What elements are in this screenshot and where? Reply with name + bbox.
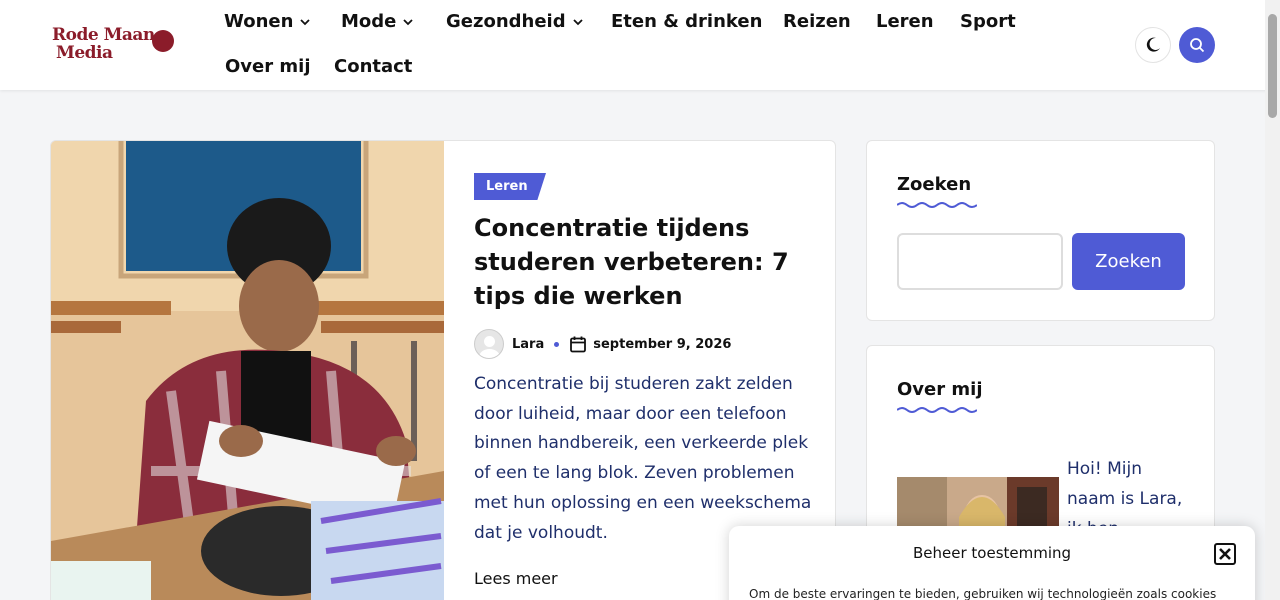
author-name[interactable]: Lara [512, 337, 544, 352]
search-widget: Zoeken Zoeken [866, 140, 1215, 321]
search-icon [1190, 38, 1205, 53]
search-input[interactable] [897, 233, 1063, 290]
wave-underline [897, 407, 977, 413]
consent-close-button[interactable] [1214, 543, 1236, 565]
consent-text: Om de beste ervaringen te bieden, gebrui… [749, 587, 1217, 600]
category-badge[interactable]: Leren [474, 173, 546, 200]
chevron-down-icon [572, 18, 583, 25]
calendar-icon [570, 336, 587, 353]
chevron-down-icon [403, 18, 414, 25]
nav-item-contact[interactable]: Contact [334, 56, 412, 77]
moon-icon [1146, 37, 1160, 52]
search-submit-button[interactable]: Zoeken [1072, 233, 1185, 290]
meta-separator-dot [554, 341, 560, 347]
read-more-link[interactable]: Lees meer [474, 569, 558, 588]
article-card: Leren Concentratie tijdens studeren verb… [50, 140, 836, 600]
logo-text: Rode Maan Media [52, 25, 155, 63]
site-logo[interactable]: Rode Maan Media [50, 26, 180, 66]
nav-item-sport[interactable]: Sport [960, 11, 1016, 32]
about-widget-title: Over mij [897, 379, 983, 400]
article-title[interactable]: Concentratie tijdens studeren verbeteren… [474, 211, 814, 313]
nav-item-over-mij[interactable]: Over mij [225, 56, 310, 77]
nav-item-eten-drinken[interactable]: Eten & drinken [611, 11, 762, 32]
article-excerpt: Concentratie bij studeren zakt zelden do… [474, 374, 812, 543]
consent-title: Beheer toestemming [913, 544, 1072, 562]
search-widget-title: Zoeken [897, 174, 972, 195]
theme-toggle-button[interactable] [1135, 27, 1171, 63]
nav-item-mode[interactable]: Mode [341, 11, 414, 32]
logo-moon-icon [152, 30, 174, 52]
author-avatar [474, 329, 504, 359]
nav-item-leren[interactable]: Leren [876, 11, 934, 32]
nav-item-gezondheid[interactable]: Gezondheid [446, 11, 584, 32]
site-header: Rode Maan Media Wonen Mode Gezondheid Ete… [0, 0, 1280, 90]
nav-item-wonen[interactable]: Wonen [224, 11, 311, 32]
page-scrollbar[interactable] [1265, 0, 1280, 600]
wave-underline [897, 202, 977, 208]
header-search-button[interactable] [1179, 27, 1215, 63]
close-icon [1219, 548, 1231, 560]
chevron-down-icon [300, 18, 311, 25]
article-image[interactable] [51, 141, 444, 600]
nav-item-reizen[interactable]: Reizen [783, 11, 851, 32]
post-date: september 9, 2026 [593, 336, 732, 352]
scrollbar-thumb[interactable] [1268, 14, 1277, 118]
cookie-consent-dialog: Beheer toestemming Om de beste ervaringe… [729, 526, 1255, 600]
article-meta: Lara september 9, 2026 [474, 329, 731, 359]
